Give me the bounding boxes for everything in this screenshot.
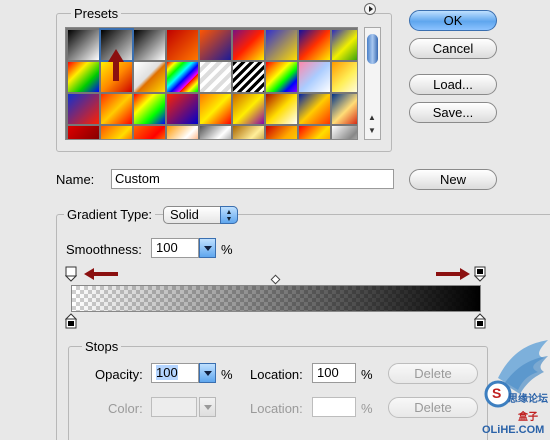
preset-swatch[interactable] [266,94,297,124]
color-stop-left-icon[interactable] [65,313,77,329]
stops-title: Stops [82,340,122,354]
gradient-type-select[interactable]: Solid ▲ ▼ [163,206,238,224]
preset-swatch[interactable] [167,30,198,60]
opacity-location-unit: % [361,367,373,382]
smoothness-label: Smoothness: [66,242,142,257]
preset-swatch[interactable] [266,126,297,139]
opacity-dropdown-icon[interactable] [199,363,216,383]
preset-swatch[interactable] [101,94,132,124]
watermark-logo: S 思缘论坛 盒子 OLiHE.COM [478,338,550,440]
presets-scrollbar[interactable]: ▲ ▼ [364,27,381,140]
opacity-input[interactable]: 100 [151,363,199,383]
smoothness-input[interactable]: 100 [151,238,199,258]
name-label: Name: [56,172,95,187]
presets-swatch-grid[interactable] [65,27,358,140]
preset-swatch[interactable] [299,30,330,60]
scroll-thumb[interactable] [367,34,378,64]
color-swatch[interactable] [151,397,197,417]
preset-swatch[interactable] [101,126,132,139]
preset-swatch[interactable] [266,62,297,92]
preset-swatch[interactable] [134,94,165,124]
preset-swatch[interactable] [332,30,357,60]
new-button[interactable]: New [409,169,497,190]
delete-color-stop-button[interactable]: Delete [388,397,478,418]
preset-swatch[interactable] [332,62,357,92]
color-dropdown-icon[interactable] [199,397,216,417]
preset-swatch[interactable] [68,126,99,139]
preset-swatch[interactable] [200,62,231,92]
color-stop-right-icon[interactable] [474,313,486,329]
smoothness-dropdown-icon[interactable] [199,238,216,258]
watermark-letter: S [492,385,502,401]
preset-swatch[interactable] [332,126,357,139]
preset-swatch[interactable] [233,62,264,92]
opacity-unit: % [221,367,233,382]
presets-menu-icon[interactable] [364,3,376,15]
preset-swatch[interactable] [134,30,165,60]
color-location-input[interactable] [312,397,356,417]
preset-swatch[interactable] [233,30,264,60]
annotation-arrow-right-icon [436,268,470,280]
annotation-arrow-left-icon [84,268,118,280]
opacity-stop-left-icon[interactable] [65,266,77,282]
name-input[interactable]: Custom [111,169,394,189]
stops-group [68,346,488,440]
gradient-type-value: Solid [170,207,199,222]
preset-swatch[interactable] [233,94,264,124]
presets-title: Presets [71,7,122,21]
preset-swatch[interactable] [167,126,198,139]
load-button[interactable]: Load... [409,74,497,95]
preset-swatch[interactable] [266,30,297,60]
opacity-label: Opacity: [95,367,143,382]
scroll-up-icon[interactable]: ▲ [368,114,376,122]
opacity-stop-right-icon[interactable] [474,266,486,282]
gradient-preview-bar[interactable] [71,285,481,312]
preset-swatch[interactable] [167,94,198,124]
preset-swatch[interactable] [299,62,330,92]
cancel-button[interactable]: Cancel [409,38,497,59]
watermark-box-text: 盒子 [518,412,538,423]
preset-swatch[interactable] [200,94,231,124]
delete-opacity-stop-button[interactable]: Delete [388,363,478,384]
preset-swatch[interactable] [299,94,330,124]
watermark-site-text: OLiHE.COM [482,424,545,436]
select-stepper-icon: ▲ ▼ [220,206,238,224]
preset-swatch[interactable] [200,126,231,139]
preset-swatch[interactable] [68,62,99,92]
preset-swatch[interactable] [332,94,357,124]
gradient-type-label: Gradient Type: [64,208,156,222]
color-label: Color: [108,401,143,416]
preset-swatch[interactable] [233,126,264,139]
color-location-unit: % [361,401,373,416]
preset-swatch[interactable] [134,62,165,92]
save-button[interactable]: Save... [409,102,497,123]
opacity-value: 100 [156,365,178,380]
preset-swatch[interactable] [134,126,165,139]
preset-swatch[interactable] [68,94,99,124]
scroll-down-icon[interactable]: ▼ [368,127,376,135]
ok-button[interactable]: OK [409,10,497,31]
watermark-cn-text: 思缘论坛 [508,394,548,405]
opacity-location-input[interactable]: 100 [312,363,356,383]
smoothness-unit: % [221,242,233,257]
preset-swatch[interactable] [200,30,231,60]
opacity-location-label: Location: [250,367,303,382]
color-location-label: Location: [250,401,303,416]
preset-swatch[interactable] [299,126,330,139]
annotation-arrow-up-icon [108,49,124,81]
preset-swatch[interactable] [68,30,99,60]
preset-swatch[interactable] [167,62,198,92]
